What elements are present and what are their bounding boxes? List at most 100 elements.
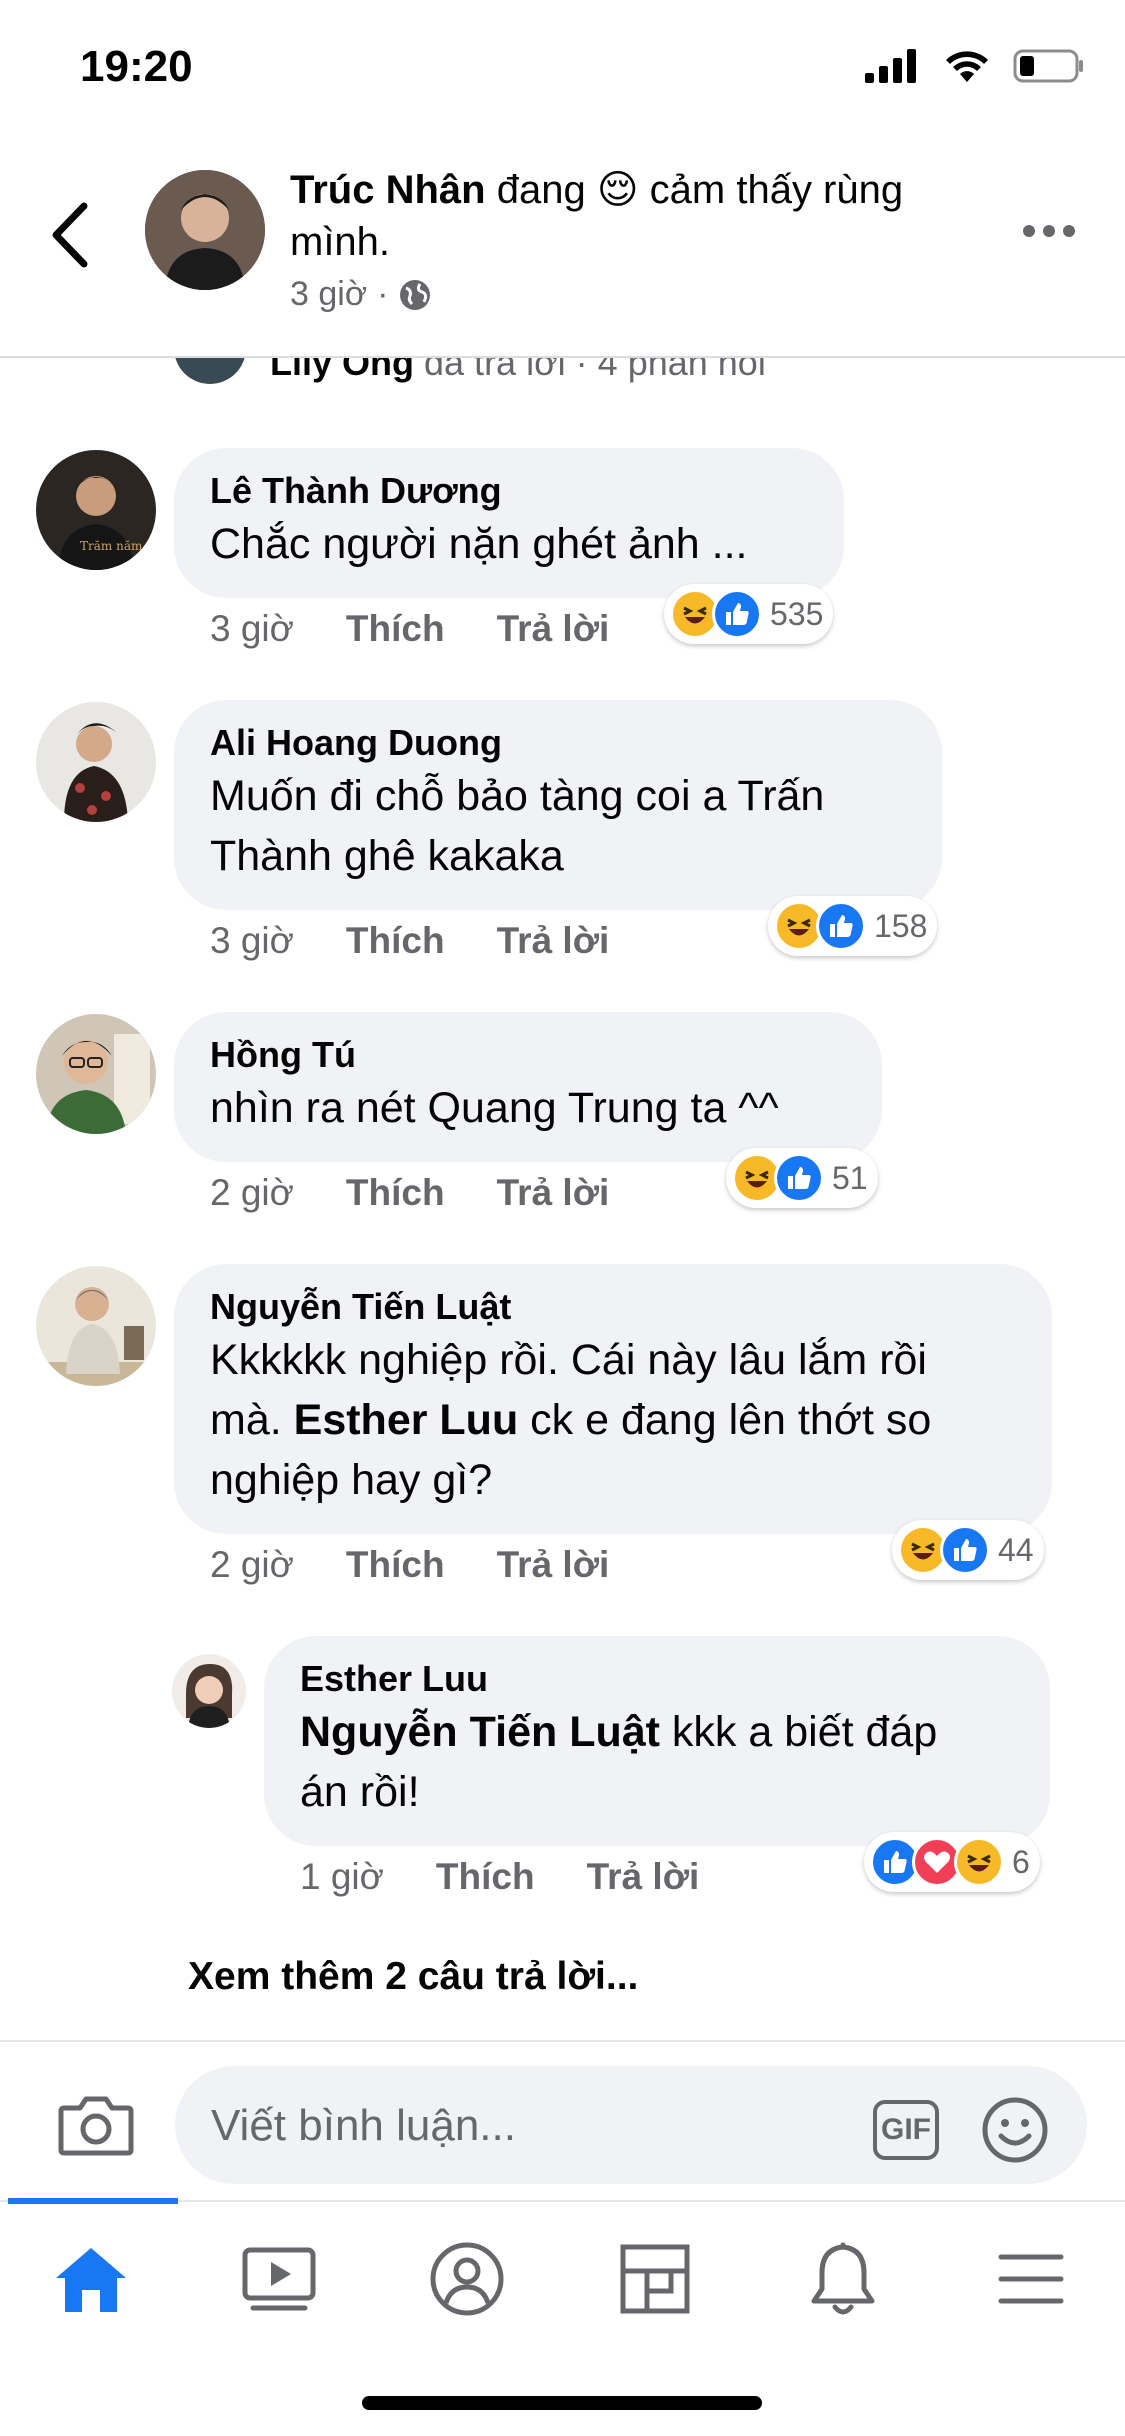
- home-icon: [56, 2248, 126, 2312]
- notifications-icon: [811, 2242, 875, 2315]
- gif-button[interactable]: GIF: [873, 2100, 939, 2160]
- comment-text-line: Muốn đi chỗ bảo tàng coi a Trấn: [210, 772, 825, 820]
- reply-bubble[interactable]: Esther Luu Nguyễn Tiến Luật kkk a biết đ…: [264, 1636, 1050, 1846]
- reaction-count: 6: [1012, 1843, 1030, 1880]
- feeling-emoji: 😌: [596, 168, 639, 212]
- post-time[interactable]: 3 giờ: [290, 275, 367, 314]
- reply-button[interactable]: Trả lời: [497, 1172, 610, 1214]
- reaction-count: 535: [770, 595, 824, 632]
- comment-author[interactable]: Hồng Tú: [210, 1032, 846, 1078]
- tab-menu[interactable]: [986, 2234, 1076, 2324]
- avatar[interactable]: [36, 1266, 156, 1386]
- feeling-prefix: đang: [496, 168, 586, 212]
- comment-text: nhìn ra nét Quang Trung ta ^^: [210, 1084, 779, 1132]
- reply-button[interactable]: Trả lời: [587, 1856, 700, 1898]
- like-reaction-icon: [712, 589, 762, 639]
- reply-time[interactable]: 1 giờ: [300, 1856, 384, 1898]
- like-button[interactable]: Thích: [346, 1544, 445, 1586]
- reaction-count: 158: [874, 907, 928, 944]
- see-more-replies-link[interactable]: Xem thêm 2 câu trả lời...: [188, 1955, 638, 1999]
- mention-link[interactable]: Esther Luu: [294, 1396, 519, 1444]
- avatar[interactable]: [36, 1014, 156, 1134]
- comment-time[interactable]: 3 giờ: [210, 920, 294, 962]
- like-button[interactable]: Thích: [346, 608, 445, 650]
- reply-text-segment: kkk a biết đáp: [671, 1708, 938, 1756]
- battery-icon: [1013, 49, 1083, 83]
- comment-time[interactable]: 2 giờ: [210, 1172, 294, 1214]
- reply-button[interactable]: Trả lời: [497, 920, 610, 962]
- globe-icon: [400, 279, 431, 310]
- svg-text:Trăm năm: Trăm năm: [80, 539, 143, 553]
- reaction-summary[interactable]: 158: [768, 896, 938, 956]
- reaction-summary[interactable]: 535: [664, 584, 834, 644]
- post-author-avatar[interactable]: [145, 170, 265, 290]
- status-icons: [865, 48, 1085, 84]
- back-button[interactable]: [48, 200, 92, 270]
- comment-bubble[interactable]: Lê Thành Dương Chắc người nặn ghét ảnh .…: [174, 448, 844, 598]
- haha-reaction-icon: [954, 1837, 1004, 1887]
- reaction-summary[interactable]: 51: [726, 1148, 878, 1208]
- comment-text-line: nghiệp hay gì?: [210, 1456, 493, 1504]
- comment-text-segment: mà.: [210, 1396, 282, 1444]
- avatar[interactable]: [172, 1654, 246, 1728]
- comment-time[interactable]: 2 giờ: [210, 1544, 294, 1586]
- comment-input[interactable]: Viết bình luận... GIF: [175, 2066, 1087, 2184]
- comment-bubble[interactable]: Ali Hoang Duong Muốn đi chỗ bảo tàng coi…: [174, 700, 942, 910]
- home-indicator: [362, 2396, 762, 2410]
- like-button[interactable]: Thích: [346, 1172, 445, 1214]
- reply-button[interactable]: Trả lời: [497, 608, 610, 650]
- comment-bubble[interactable]: Hồng Tú nhìn ra nét Quang Trung ta ^^: [174, 1012, 882, 1162]
- comment-time[interactable]: 3 giờ: [210, 608, 294, 650]
- profile-icon: [430, 2242, 504, 2316]
- like-button[interactable]: Thích: [346, 920, 445, 962]
- post-title: Trúc Nhân đang 😌 cảm thấy rùng mình.: [290, 164, 910, 268]
- avatar[interactable]: Trăm năm: [36, 450, 156, 570]
- signal-icon: [865, 49, 916, 83]
- comment-composer: Viết bình luận... GIF: [0, 2040, 1125, 2200]
- reply-text-line: án rồi!: [300, 1768, 420, 1816]
- comment-author[interactable]: Nguyễn Tiến Luật: [210, 1284, 1016, 1330]
- like-reaction-icon: [816, 901, 866, 951]
- mention-link[interactable]: Nguyễn Tiến Luật: [300, 1708, 660, 1756]
- camera-icon[interactable]: [58, 2094, 134, 2156]
- reaction-summary[interactable]: 6: [864, 1832, 1040, 1892]
- comment-author[interactable]: Ali Hoang Duong: [210, 720, 906, 766]
- comment-bubble[interactable]: Nguyễn Tiến Luật Kkkkkk nghiệp rồi. Cái …: [174, 1264, 1052, 1534]
- comment-author[interactable]: Lê Thành Dương: [210, 468, 808, 514]
- like-reaction-icon: [774, 1153, 824, 1203]
- like-button[interactable]: Thích: [436, 1856, 535, 1898]
- emoji-icon[interactable]: [981, 2096, 1049, 2164]
- reply-text-line: Nguyễn Tiến Luật kkk a biết đáp: [300, 1702, 1014, 1762]
- post-meta: 3 giờ ·: [290, 275, 432, 314]
- pages-icon: [620, 2244, 690, 2314]
- tab-pages[interactable]: [610, 2234, 700, 2324]
- comment-text-segment: ck e đang lên thớt so: [530, 1396, 932, 1444]
- post-author-name[interactable]: Trúc Nhân: [290, 168, 486, 212]
- meta-separator: ·: [377, 275, 389, 313]
- tab-watch[interactable]: [234, 2234, 324, 2324]
- tab-notifications[interactable]: [798, 2234, 888, 2324]
- comment-actions: 3 giờ Thích Trả lời: [210, 920, 609, 962]
- reaction-count: 51: [832, 1159, 868, 1196]
- like-reaction-icon: [940, 1525, 990, 1575]
- comment-text: Chắc người nặn ghét ảnh ...: [210, 520, 748, 568]
- active-tab-indicator: [8, 2198, 178, 2204]
- status-bar: 19:20: [0, 0, 1125, 140]
- tab-profile[interactable]: [422, 2234, 512, 2324]
- comment-actions: 2 giờ Thích Trả lời: [210, 1172, 609, 1214]
- status-time: 19:20: [80, 42, 193, 91]
- comment-input-placeholder: Viết bình luận...: [211, 2101, 516, 2150]
- watch-icon: [242, 2247, 316, 2311]
- reply-actions: 1 giờ Thích Trả lời: [300, 1856, 699, 1898]
- reply-author[interactable]: Esther Luu: [300, 1656, 1014, 1702]
- comment-text-line: Kkkkkk nghiệp rồi. Cái này lâu lắm rồi: [210, 1336, 927, 1384]
- avatar[interactable]: [36, 702, 156, 822]
- tab-home[interactable]: [46, 2234, 136, 2324]
- reaction-count: 44: [998, 1531, 1034, 1568]
- menu-icon: [998, 2254, 1064, 2304]
- reaction-summary[interactable]: 44: [892, 1520, 1044, 1580]
- comment-actions: 2 giờ Thích Trả lời: [210, 1544, 609, 1586]
- reply-button[interactable]: Trả lời: [497, 1544, 610, 1586]
- post-header: Trúc Nhân đang 😌 cảm thấy rùng mình. 3 g…: [0, 140, 1125, 358]
- more-options-button[interactable]: [1023, 225, 1075, 237]
